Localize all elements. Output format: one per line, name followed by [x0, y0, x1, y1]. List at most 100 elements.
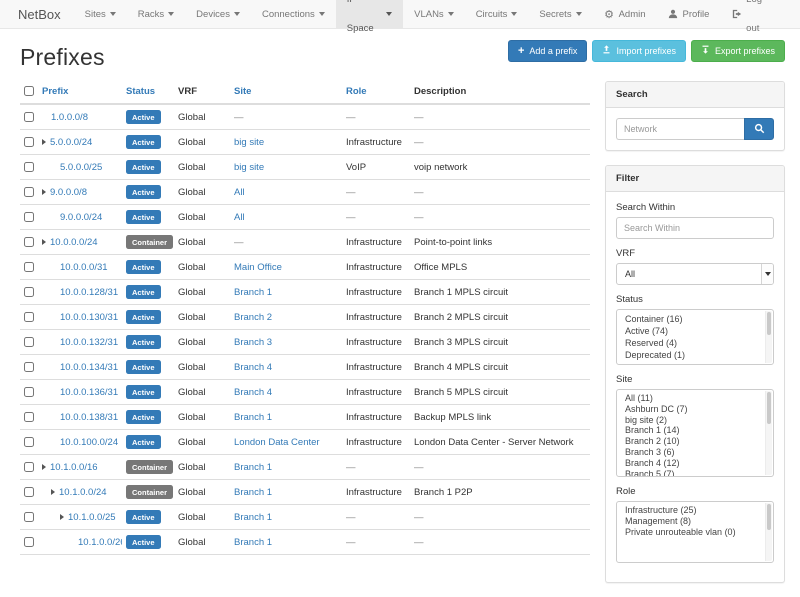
- status-option[interactable]: Deprecated (1): [617, 349, 773, 361]
- role-option[interactable]: Infrastructure (25): [617, 505, 773, 516]
- prefix-link[interactable]: 10.0.0.130/31: [60, 312, 118, 323]
- status-badge: Container: [126, 460, 173, 474]
- site-link[interactable]: Branch 1: [234, 412, 272, 423]
- site-link[interactable]: big site: [234, 137, 264, 148]
- vrf-cell: Global: [174, 380, 230, 405]
- row-checkbox[interactable]: [24, 262, 34, 272]
- prefix-link[interactable]: 10.0.100.0/24: [60, 437, 118, 448]
- row-checkbox[interactable]: [24, 212, 34, 222]
- prefix-link[interactable]: 10.0.0.128/31: [60, 287, 118, 298]
- vrf-select[interactable]: All: [616, 263, 774, 285]
- prefix-link[interactable]: 10.0.0.134/31: [60, 362, 118, 373]
- nav-item-circuits[interactable]: Circuits: [465, 0, 529, 28]
- nav-item-connections[interactable]: Connections: [251, 0, 336, 28]
- prefix-link[interactable]: 9.0.0.0/24: [60, 212, 102, 223]
- row-checkbox[interactable]: [24, 312, 34, 322]
- prefix-link[interactable]: 5.0.0.0/24: [50, 137, 92, 148]
- site-option[interactable]: big site (2): [617, 415, 773, 426]
- site-link[interactable]: Branch 1: [234, 487, 272, 498]
- row-checkbox[interactable]: [24, 387, 34, 397]
- role-option[interactable]: Private unrouteable vlan (0): [617, 527, 773, 538]
- prefix-link[interactable]: 10.0.0.138/31: [60, 412, 118, 423]
- site-link[interactable]: Branch 2: [234, 312, 272, 323]
- site-link[interactable]: Branch 1: [234, 462, 272, 473]
- expand-arrow-icon: [42, 464, 46, 470]
- site-option[interactable]: All (11): [617, 393, 773, 404]
- row-checkbox[interactable]: [24, 112, 34, 122]
- import-prefixes-button[interactable]: Import prefixes: [592, 40, 686, 62]
- prefix-link[interactable]: 5.0.0.0/25: [60, 162, 102, 173]
- search-button[interactable]: [744, 118, 774, 140]
- row-checkbox[interactable]: [24, 462, 34, 472]
- scrollbar-thumb[interactable]: [767, 312, 771, 335]
- site-option[interactable]: Ashburn DC (7): [617, 404, 773, 415]
- export-prefixes-button[interactable]: Export prefixes: [691, 40, 785, 62]
- nav-admin[interactable]: ⚙ Admin: [593, 0, 657, 28]
- scrollbar-thumb[interactable]: [767, 392, 771, 424]
- nav-logout[interactable]: Log out: [720, 0, 788, 28]
- prefix-link[interactable]: 10.1.0.0/26: [78, 537, 122, 548]
- role-listbox[interactable]: Infrastructure (25)Management (8)Private…: [616, 501, 774, 563]
- nav-profile[interactable]: Profile: [657, 0, 721, 28]
- row-checkbox[interactable]: [24, 137, 34, 147]
- row-checkbox[interactable]: [24, 362, 34, 372]
- status-option[interactable]: Reserved (4): [617, 337, 773, 349]
- add-prefix-button[interactable]: + Add a prefix: [508, 40, 587, 62]
- site-link[interactable]: big site: [234, 162, 264, 173]
- nav-item-ip-space[interactable]: IP Space: [336, 0, 403, 28]
- row-checkbox[interactable]: [24, 512, 34, 522]
- site-link[interactable]: Branch 1: [234, 512, 272, 523]
- site-link[interactable]: London Data Center: [234, 437, 320, 448]
- row-checkbox[interactable]: [24, 437, 34, 447]
- status-option[interactable]: Container (16): [617, 313, 773, 325]
- prefix-link[interactable]: 10.1.0.0/25: [68, 512, 116, 523]
- site-link[interactable]: Branch 3: [234, 337, 272, 348]
- site-listbox[interactable]: All (11)Ashburn DC (7)big site (2)Branch…: [616, 389, 774, 477]
- status-option[interactable]: Active (74): [617, 325, 773, 337]
- status-listbox[interactable]: Container (16)Active (74)Reserved (4)Dep…: [616, 309, 774, 365]
- row-checkbox[interactable]: [24, 237, 34, 247]
- nav-item-sites[interactable]: Sites: [74, 0, 127, 28]
- prefix-link[interactable]: 10.0.0.0/31: [60, 262, 108, 273]
- prefix-link[interactable]: 10.1.0.0/24: [59, 487, 107, 498]
- site-link[interactable]: All: [234, 212, 245, 223]
- nav-item-devices[interactable]: Devices: [185, 0, 251, 28]
- site-link[interactable]: Branch 4: [234, 362, 272, 373]
- brand-logo[interactable]: NetBox: [0, 0, 74, 28]
- row-checkbox[interactable]: [24, 337, 34, 347]
- search-input[interactable]: [616, 118, 744, 140]
- row-checkbox[interactable]: [24, 162, 34, 172]
- prefix-link[interactable]: 10.0.0.0/24: [50, 237, 98, 248]
- prefix-link[interactable]: 1.0.0.0/8: [51, 112, 88, 123]
- description-cell: Office MPLS: [410, 255, 590, 280]
- select-all-checkbox[interactable]: [24, 86, 34, 96]
- nav-item-vlans[interactable]: VLANs: [403, 0, 465, 28]
- scrollbar-thumb[interactable]: [767, 504, 771, 530]
- prefix-link[interactable]: 9.0.0.0/8: [50, 187, 87, 198]
- site-option[interactable]: Branch 4 (12): [617, 458, 773, 469]
- row-checkbox[interactable]: [24, 187, 34, 197]
- page-header: Prefixes + Add a prefix Import prefixes …: [0, 29, 800, 81]
- scrollbar: [765, 503, 772, 561]
- site-link[interactable]: Main Office: [234, 262, 282, 273]
- prefix-link[interactable]: 10.0.0.132/31: [60, 337, 118, 348]
- role-option[interactable]: Management (8): [617, 516, 773, 527]
- row-checkbox[interactable]: [24, 412, 34, 422]
- nav-item-racks[interactable]: Racks: [127, 0, 185, 28]
- search-within-input[interactable]: [616, 217, 774, 239]
- site-option[interactable]: Branch 3 (6): [617, 447, 773, 458]
- nav-item-secrets[interactable]: Secrets: [528, 0, 592, 28]
- site-option[interactable]: Branch 5 (7): [617, 469, 773, 477]
- site-link[interactable]: Branch 4: [234, 387, 272, 398]
- prefix-link[interactable]: 10.1.0.0/16: [50, 462, 98, 473]
- site-link[interactable]: All: [234, 187, 245, 198]
- site-link[interactable]: Branch 1: [234, 537, 272, 548]
- row-checkbox[interactable]: [24, 287, 34, 297]
- site-option[interactable]: Branch 2 (10): [617, 436, 773, 447]
- prefix-link[interactable]: 10.0.0.136/31: [60, 387, 118, 398]
- row-checkbox[interactable]: [24, 487, 34, 497]
- site-link[interactable]: Branch 1: [234, 287, 272, 298]
- site-option[interactable]: Branch 1 (14): [617, 425, 773, 436]
- site-cell: All: [230, 180, 342, 205]
- row-checkbox[interactable]: [24, 537, 34, 547]
